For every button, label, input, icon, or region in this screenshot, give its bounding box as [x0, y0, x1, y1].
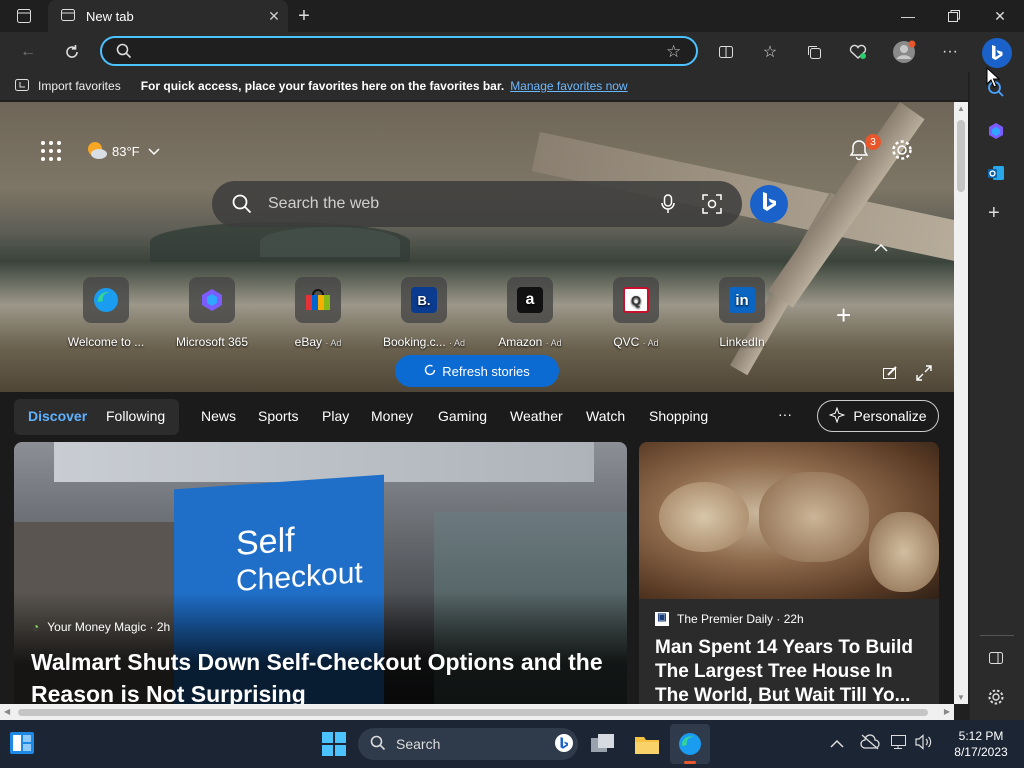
close-window-button[interactable]: ✕: [988, 4, 1012, 28]
bing-icon: [554, 733, 574, 756]
wood-logs-image: [639, 442, 939, 599]
toolbar: ← ☆ ☆ ···: [0, 32, 1024, 72]
refresh-icon[interactable]: [58, 38, 86, 66]
source-logo-icon: ◔: [32, 620, 40, 634]
page-icon: [60, 7, 76, 26]
outlook-sidebar-icon[interactable]: [987, 164, 1005, 187]
news-card-tree-house[interactable]: ▣ The Premier Daily · 22h Man Spent 14 Y…: [639, 442, 939, 704]
horizontal-scroll-thumb[interactable]: [18, 709, 928, 716]
refresh-stories-button[interactable]: Refresh stories: [395, 355, 559, 387]
new-tab-button[interactable]: +: [292, 4, 316, 28]
tab-title: New tab: [86, 8, 134, 24]
back-icon[interactable]: ←: [14, 38, 42, 66]
bing-sidebar-button[interactable]: [982, 38, 1012, 68]
edge-sidebar: +: [970, 38, 1024, 720]
horizontal-scrollbar[interactable]: ◀ ▶: [0, 704, 954, 720]
favorite-star-icon[interactable]: ☆: [666, 42, 681, 62]
import-icon: [14, 78, 30, 95]
news-card-walmart[interactable]: Self Checkout ◔ Your Money Magic · 2h Wa…: [14, 442, 627, 704]
split-screen-icon[interactable]: [712, 38, 740, 66]
import-favorites-button[interactable]: Import favorites: [38, 79, 121, 93]
favorites-hint-text: For quick access, place your favorites h…: [140, 79, 505, 93]
card-source: ◔ Your Money Magic · 2h: [32, 620, 171, 634]
address-input[interactable]: [142, 42, 642, 62]
card-headline: Man Spent 14 Years To Build The Largest …: [655, 637, 913, 704]
restore-button[interactable]: [942, 4, 966, 28]
tab-new-tab[interactable]: New tab ✕: [48, 0, 288, 32]
feed-area: Self Checkout ◔ Your Money Magic · 2h Wa…: [0, 102, 954, 704]
refresh-icon: [424, 364, 436, 379]
source-logo-icon: ▣: [655, 612, 669, 626]
close-tab-icon[interactable]: ✕: [260, 8, 288, 25]
edge-icon: [678, 732, 702, 761]
favorites-icon[interactable]: ☆: [756, 38, 784, 66]
taskbar-edge-app[interactable]: [670, 724, 710, 764]
search-icon: [370, 735, 386, 754]
network-icon[interactable]: [890, 734, 910, 755]
profile-avatar[interactable]: [890, 38, 918, 66]
task-view-icon[interactable]: [590, 732, 616, 761]
collections-icon[interactable]: [800, 38, 828, 66]
title-bar: New tab ✕ + — ✕: [0, 0, 1024, 32]
hide-sidebar-icon[interactable]: [988, 650, 1004, 671]
address-bar[interactable]: ☆: [100, 36, 698, 66]
volume-icon[interactable]: [914, 734, 934, 755]
show-hidden-icons-chevron-icon[interactable]: [830, 736, 844, 754]
minimize-button[interactable]: —: [896, 4, 920, 28]
taskbar: Search 5:12 PM 8/17/2023: [0, 720, 1024, 768]
add-sidebar-app-button[interactable]: +: [988, 202, 1000, 225]
mouse-cursor-icon: [986, 66, 1001, 94]
clock-date: 8/17/2023: [954, 745, 1008, 759]
search-icon: [116, 43, 132, 64]
manage-favorites-link[interactable]: Manage favorites now: [510, 79, 627, 93]
widgets-icon[interactable]: [10, 732, 34, 759]
m365-sidebar-icon[interactable]: [987, 122, 1005, 145]
cloud-offline-icon[interactable]: [860, 734, 880, 755]
clock-time: 5:12 PM: [958, 729, 1004, 743]
more-menu-icon[interactable]: ···: [936, 38, 964, 66]
sidebar-divider: [980, 635, 1014, 636]
card-source: ▣ The Premier Daily · 22h: [655, 612, 804, 626]
sidebar-settings-gear-icon[interactable]: [987, 688, 1005, 711]
clock[interactable]: 5:12 PM 8/17/2023: [946, 728, 1016, 760]
start-windows-icon[interactable]: [322, 732, 346, 761]
vertical-scrollbar[interactable]: ▲ ▼: [954, 102, 968, 704]
file-explorer-icon[interactable]: [634, 732, 660, 761]
browser-essentials-icon[interactable]: [844, 38, 872, 66]
card-headline: Walmart Shuts Down Self-Checkout Options…: [31, 649, 603, 704]
favorites-bar: Import favorites For quick access, place…: [0, 72, 968, 100]
taskbar-search-label: Search: [396, 736, 441, 752]
tab-actions-icon[interactable]: [12, 4, 36, 28]
active-app-indicator: [684, 761, 696, 764]
taskbar-search[interactable]: Search: [358, 728, 578, 760]
vertical-scroll-thumb[interactable]: [957, 120, 965, 192]
